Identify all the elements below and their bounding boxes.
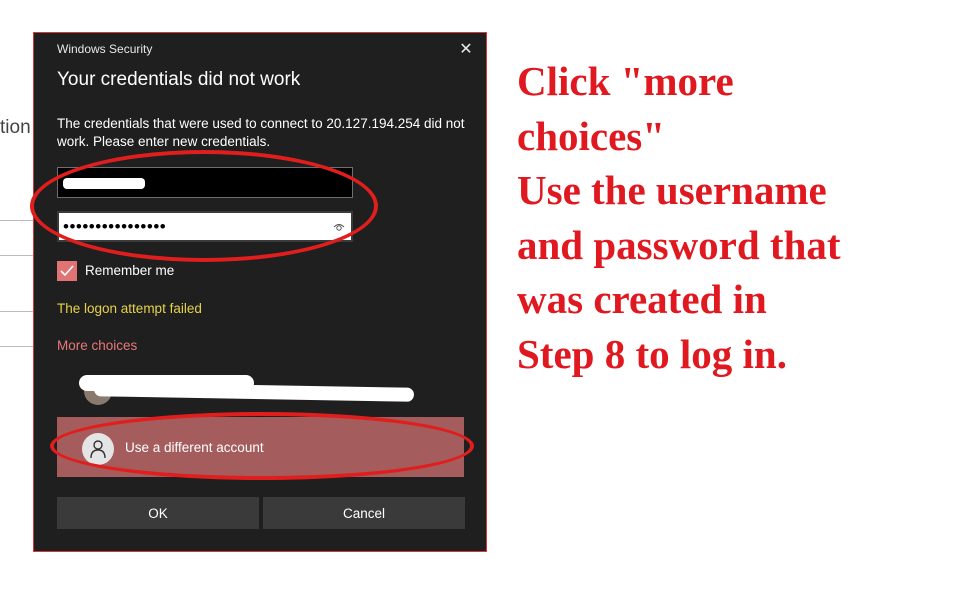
annotation-line: choices" bbox=[517, 112, 666, 159]
cancel-button[interactable]: Cancel bbox=[263, 497, 465, 529]
annotation-line: was created in bbox=[517, 276, 767, 322]
remember-me-checkbox[interactable] bbox=[57, 261, 77, 281]
background-divider bbox=[0, 220, 34, 221]
redacted-account-email bbox=[93, 382, 415, 402]
annotation-line: Click "more bbox=[517, 58, 734, 104]
ok-button[interactable]: OK bbox=[57, 497, 259, 529]
annotation-circle-different-account bbox=[50, 412, 474, 480]
background-divider bbox=[0, 346, 34, 347]
annotation-line: and password that bbox=[517, 221, 841, 268]
more-choices-link[interactable]: More choices bbox=[57, 338, 137, 353]
background-divider bbox=[0, 255, 34, 256]
annotation-instructions: Click "more choices" Use the username an… bbox=[517, 54, 947, 381]
background-partial-text: tion bbox=[0, 117, 31, 138]
dialog-heading: Your credentials did not work bbox=[57, 69, 301, 90]
annotation-line: Step 8 to log in. bbox=[517, 330, 787, 377]
dialog-message: The credentials that were used to connec… bbox=[57, 116, 465, 149]
background-divider bbox=[0, 311, 34, 312]
annotation-line: Use the username bbox=[517, 167, 827, 213]
annotation-circle-credentials bbox=[30, 150, 378, 262]
remember-me-label: Remember me bbox=[85, 263, 175, 278]
saved-account-item[interactable] bbox=[79, 371, 419, 407]
checkmark-icon bbox=[60, 265, 74, 277]
close-icon[interactable]: ✕ bbox=[454, 39, 478, 61]
dialog-title: Windows Security bbox=[57, 42, 153, 56]
error-message: The logon attempt failed bbox=[57, 301, 202, 316]
